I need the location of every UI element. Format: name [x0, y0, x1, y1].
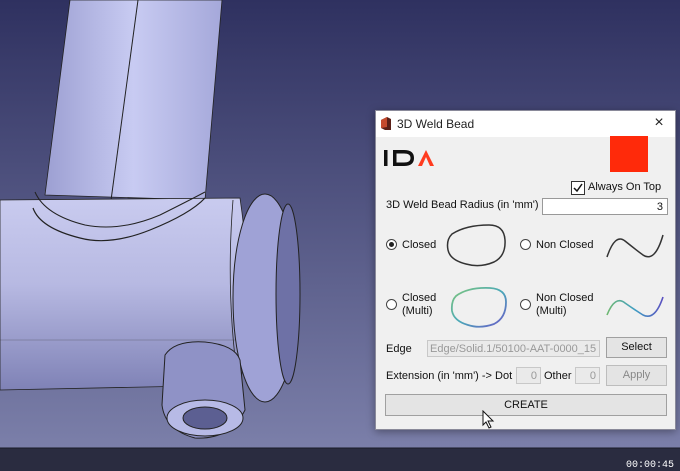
non-closed-radio[interactable]: [520, 239, 531, 250]
closed-radio[interactable]: [386, 239, 397, 250]
closed-multi-label-2: (Multi): [402, 305, 433, 317]
weld-bead-dialog: 3D Weld Bead × Always On Top 3D Weld Bea…: [375, 110, 676, 430]
ida-logo: [384, 150, 434, 166]
non-closed-multi-label-2: (Multi): [536, 305, 567, 317]
create-button[interactable]: CREATE: [385, 394, 667, 416]
closed-multi-shape-icon: [450, 287, 507, 328]
edge-label: Edge: [386, 343, 412, 355]
select-button[interactable]: Select: [606, 337, 667, 358]
dialog-title: 3D Weld Bead: [397, 117, 475, 131]
closed-label: Closed: [402, 239, 437, 251]
radius-input[interactable]: [542, 198, 668, 215]
closed-multi-radio[interactable]: [386, 299, 397, 310]
extension-other-label: Other: [544, 370, 572, 382]
color-swatch[interactable]: [610, 136, 648, 172]
always-on-top-label: Always On Top: [588, 181, 662, 193]
always-on-top-checkbox[interactable]: [571, 181, 585, 195]
radius-label: 3D Weld Bead Radius (in 'mm'): [386, 199, 539, 211]
open-multi-curve-icon: [606, 296, 664, 317]
close-icon[interactable]: ×: [650, 114, 668, 132]
apply-button[interactable]: Apply: [606, 365, 667, 386]
non-closed-multi-radio[interactable]: [520, 299, 531, 310]
extension-other-input[interactable]: [575, 367, 600, 384]
closed-shape-icon: [446, 224, 506, 267]
non-closed-multi-label-1: Non Closed: [536, 292, 594, 304]
extension-label: Extension (in 'mm') -> Dot: [386, 370, 513, 382]
closed-multi-label-1: Closed: [402, 292, 437, 304]
open-curve-icon: [606, 234, 664, 258]
edge-input[interactable]: [427, 340, 600, 357]
video-timestamp: 00:00:45: [625, 460, 674, 471]
non-closed-label: Non Closed: [536, 239, 594, 251]
dialog-titlebar[interactable]: 3D Weld Bead ×: [376, 111, 675, 137]
checkmark-icon: [573, 183, 583, 193]
app-icon: [381, 117, 391, 130]
extension-dot-input[interactable]: [516, 367, 541, 384]
mouse-cursor-icon: [482, 410, 495, 429]
